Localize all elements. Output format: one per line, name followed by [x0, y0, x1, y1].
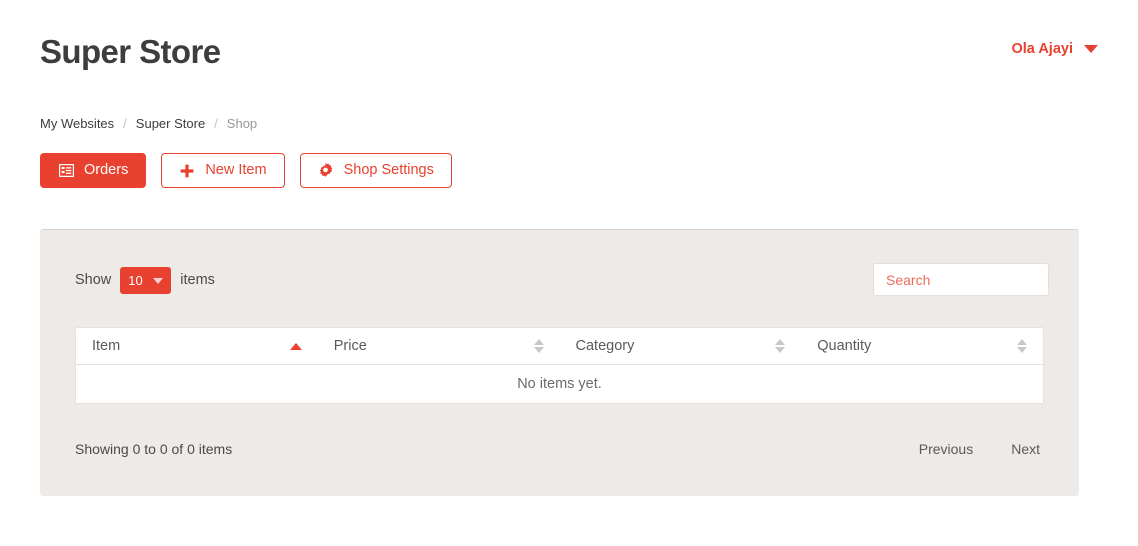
- column-header-price[interactable]: Price: [317, 328, 560, 365]
- shop-settings-button[interactable]: Shop Settings: [299, 153, 452, 188]
- column-header-category[interactable]: Category: [559, 328, 802, 365]
- items-label: items: [180, 272, 215, 289]
- page-length-control: Show 10 items: [75, 267, 215, 294]
- column-header-quantity[interactable]: Quantity: [801, 328, 1043, 365]
- sort-both-icon: [775, 339, 786, 353]
- gear-icon: [318, 163, 334, 179]
- shop-settings-button-label: Shop Settings: [343, 162, 434, 179]
- page-title: Super Store: [40, 33, 221, 70]
- breadcrumb-item-super-store[interactable]: Super Store: [136, 116, 205, 132]
- column-header-item-label: Item: [92, 338, 121, 354]
- search-input[interactable]: [873, 263, 1049, 296]
- empty-message: No items yet.: [517, 376, 602, 392]
- action-bar: Orders New Item Shop Settings: [40, 153, 452, 188]
- show-label: Show: [75, 272, 112, 289]
- column-header-item[interactable]: Item: [76, 328, 318, 365]
- breadcrumb-separator: /: [214, 116, 218, 131]
- chevron-down-icon: [1084, 45, 1098, 53]
- caret-down-icon: [153, 277, 164, 284]
- column-header-price-label: Price: [333, 338, 367, 354]
- showing-info: Showing 0 to 0 of 0 items: [75, 441, 233, 457]
- breadcrumb: My Websites / Super Store / Shop: [40, 116, 257, 132]
- sort-ascending-icon: [289, 342, 302, 350]
- sort-both-icon: [533, 339, 544, 353]
- sort-both-icon: [1017, 339, 1027, 353]
- items-table: Item Price Category Quantity No items ye…: [76, 328, 1043, 403]
- user-menu[interactable]: Ola Ajayi: [1011, 41, 1098, 57]
- breadcrumb-separator: /: [123, 116, 127, 131]
- user-menu-label: Ola Ajayi: [1011, 41, 1073, 57]
- pagination: Previous Next: [919, 437, 1040, 461]
- items-table-container: Item Price Category Quantity No items ye…: [75, 327, 1044, 404]
- pagination-previous[interactable]: Previous: [919, 437, 973, 461]
- new-item-button[interactable]: New Item: [161, 153, 285, 188]
- list-table-icon: [58, 163, 74, 179]
- panel-footer: Showing 0 to 0 of 0 items Previous Next: [75, 437, 1049, 461]
- plus-icon: [179, 163, 195, 179]
- panel-toolbar: Show 10 items: [75, 263, 1049, 303]
- page-length-select[interactable]: 10: [120, 267, 172, 294]
- pagination-next[interactable]: Next: [1011, 437, 1040, 461]
- orders-button-label: Orders: [84, 162, 129, 179]
- page-length-value: 10: [128, 273, 143, 288]
- table-row-empty: No items yet.: [76, 365, 1043, 404]
- column-header-category-label: Category: [575, 338, 635, 354]
- items-table-head: Item Price Category Quantity: [76, 328, 1043, 365]
- orders-button[interactable]: Orders: [40, 153, 147, 188]
- breadcrumb-item-my-websites[interactable]: My Websites: [40, 116, 114, 132]
- items-panel: Show 10 items Item: [40, 229, 1079, 496]
- new-item-button-label: New Item: [205, 162, 267, 179]
- breadcrumb-item-shop: Shop: [226, 116, 258, 131]
- table-header-row: Item Price Category Quantity: [76, 328, 1043, 365]
- column-header-quantity-label: Quantity: [817, 338, 872, 354]
- items-table-body: No items yet.: [76, 365, 1043, 404]
- page-header: Super Store Ola Ajayi: [0, 0, 1138, 100]
